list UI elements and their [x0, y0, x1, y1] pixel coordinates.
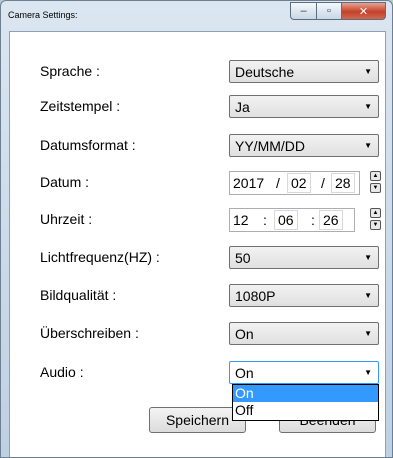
date-label: Datum : — [40, 174, 90, 190]
time-hour[interactable]: 12 — [233, 212, 249, 228]
row-overwrite: Überschreiben : On ▼ — [10, 322, 385, 346]
date-picker[interactable]: 2017 / 02 / 28 — [229, 171, 360, 195]
audio-label: Audio : — [40, 364, 84, 380]
language-value: Deutsche — [235, 64, 295, 80]
chevron-down-icon: ▼ — [364, 253, 372, 262]
image-quality-select[interactable]: 1080P ▼ — [229, 284, 379, 307]
time-separator: : — [311, 212, 315, 228]
overwrite-value: On — [235, 326, 254, 342]
time-picker[interactable]: 12 : 06 : 26 — [229, 208, 355, 232]
audio-option-off[interactable]: Off — [233, 402, 378, 419]
date-format-value: YY/MM/DD — [235, 138, 305, 154]
row-timestamp: Zeitstempel : Ja ▼ — [10, 95, 385, 119]
date-format-label: Datumsformat : — [40, 137, 136, 153]
audio-select[interactable]: On ▼ — [229, 361, 379, 384]
light-frequency-label: Lichtfrequenz(HZ) : — [40, 249, 160, 265]
row-date-format: Datumsformat : YY/MM/DD ▼ — [10, 134, 385, 158]
spin-down-icon[interactable]: ▼ — [370, 220, 381, 230]
minimize-button[interactable]: ‒ — [290, 2, 316, 20]
camera-settings-window: Camera Settings: ‒ ▫ ✕ Sprache : Deutsch… — [0, 0, 393, 458]
timestamp-value: Ja — [235, 99, 250, 115]
row-time: Uhrzeit : 12 : 06 : 26 ▲ ▼ — [10, 208, 385, 232]
settings-panel: Sprache : Deutsche ▼ Zeitstempel : Ja ▼ … — [9, 31, 386, 457]
date-separator: / — [276, 175, 280, 191]
audio-dropdown-list: On Off — [232, 384, 379, 421]
time-minute[interactable]: 06 — [274, 210, 298, 230]
light-frequency-value: 50 — [235, 250, 251, 266]
row-date: Datum : 2017 / 02 / 28 ▲ ▼ — [10, 171, 385, 195]
chevron-down-icon: ▼ — [364, 102, 372, 111]
overwrite-select[interactable]: On ▼ — [229, 322, 379, 345]
date-year[interactable]: 2017 — [233, 175, 264, 191]
spin-down-icon[interactable]: ▼ — [370, 183, 381, 193]
chevron-down-icon: ▼ — [364, 291, 372, 300]
time-separator: : — [263, 212, 267, 228]
window-controls: ‒ ▫ ✕ — [290, 2, 386, 20]
chevron-down-icon: ▼ — [364, 329, 372, 338]
time-label: Uhrzeit : — [40, 211, 93, 227]
chevron-down-icon: ▼ — [364, 67, 372, 76]
chevron-down-icon: ▼ — [364, 141, 372, 150]
spin-up-icon[interactable]: ▲ — [370, 171, 381, 181]
maximize-button[interactable]: ▫ — [316, 2, 342, 20]
chevron-down-icon: ▼ — [364, 368, 372, 377]
title-bar[interactable]: Camera Settings: ‒ ▫ ✕ — [1, 1, 392, 31]
window-title: Camera Settings: — [8, 10, 78, 20]
close-window-button[interactable]: ✕ — [342, 2, 386, 20]
image-quality-label: Bildqualität : — [40, 287, 117, 303]
date-month[interactable]: 02 — [287, 173, 311, 193]
time-spinner[interactable]: ▲ ▼ — [370, 208, 381, 230]
row-image-quality: Bildqualität : 1080P ▼ — [10, 284, 385, 308]
language-label: Sprache : — [40, 63, 100, 79]
light-frequency-select[interactable]: 50 ▼ — [229, 246, 379, 269]
row-language: Sprache : Deutsche ▼ — [10, 60, 385, 84]
date-separator: / — [321, 175, 325, 191]
time-second[interactable]: 26 — [319, 210, 343, 230]
timestamp-select[interactable]: Ja ▼ — [229, 95, 379, 118]
date-format-select[interactable]: YY/MM/DD ▼ — [229, 134, 379, 157]
timestamp-label: Zeitstempel : — [40, 98, 121, 114]
overwrite-label: Überschreiben : — [40, 325, 139, 341]
spin-up-icon[interactable]: ▲ — [370, 208, 381, 218]
language-select[interactable]: Deutsche ▼ — [229, 60, 379, 83]
audio-value: On — [235, 365, 254, 381]
date-spinner[interactable]: ▲ ▼ — [370, 171, 381, 193]
audio-option-on[interactable]: On — [233, 385, 378, 402]
date-day[interactable]: 28 — [331, 173, 355, 193]
row-light-frequency: Lichtfrequenz(HZ) : 50 ▼ — [10, 246, 385, 270]
row-audio: Audio : On ▼ — [10, 361, 385, 385]
image-quality-value: 1080P — [235, 288, 276, 304]
